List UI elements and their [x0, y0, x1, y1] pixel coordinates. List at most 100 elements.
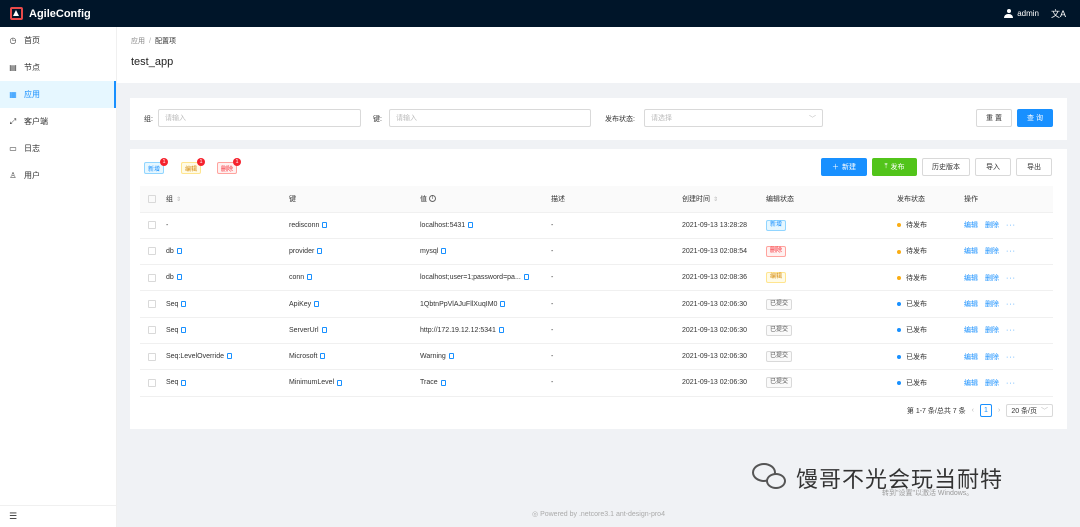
user-menu[interactable]: admin [1004, 9, 1039, 18]
history-button[interactable]: 历史版本 [922, 158, 970, 176]
row-checkbox[interactable] [148, 273, 156, 282]
more-icon[interactable]: ··· [1006, 380, 1016, 387]
key-filter-input[interactable]: 请输入 [389, 109, 591, 127]
cell-description: - [551, 343, 682, 371]
logo[interactable]: AgileConfig [10, 7, 91, 20]
node-icon: ▤ [9, 63, 17, 72]
copy-icon[interactable] [320, 353, 326, 360]
publish-status-text: 已发布 [906, 353, 927, 361]
more-icon[interactable]: ··· [1006, 275, 1016, 282]
copy-icon[interactable] [523, 274, 529, 281]
more-icon[interactable]: ··· [1006, 222, 1016, 229]
more-icon[interactable]: ··· [1006, 301, 1016, 308]
copy-icon[interactable] [181, 300, 187, 307]
cell-created: 2021-09-13 13:28:28 [682, 212, 766, 239]
delete-link[interactable]: 删除 [985, 222, 999, 229]
translate-icon[interactable]: 文A [1051, 7, 1066, 20]
info-circle-icon[interactable]: i [429, 195, 436, 203]
edit-link[interactable]: 编辑 [964, 301, 978, 308]
more-icon[interactable]: ··· [1006, 327, 1016, 334]
export-button[interactable]: 导出 [1016, 158, 1052, 176]
page-item-current[interactable]: 1 [979, 404, 992, 417]
sidebar-item-2[interactable]: ▦ 应用 [0, 81, 116, 108]
cell-group: Seq [158, 369, 289, 397]
row-checkbox[interactable] [148, 352, 156, 361]
row-checkbox[interactable] [148, 247, 156, 256]
copy-icon[interactable] [181, 326, 187, 333]
col-created[interactable]: 创建时间 ⇕ [682, 186, 766, 213]
copy-icon[interactable] [176, 274, 182, 281]
copy-icon[interactable] [448, 353, 454, 360]
cell-group: db [158, 264, 289, 292]
value-text: localhost:5431 [420, 221, 466, 229]
edit-link[interactable]: 编辑 [964, 327, 978, 334]
copy-icon[interactable] [321, 326, 327, 333]
delete-link[interactable]: 删除 [985, 275, 999, 282]
row-checkbox[interactable] [148, 221, 156, 230]
delete-link[interactable]: 删除 [985, 248, 999, 255]
collapse-menu-icon[interactable]: ☰ [0, 505, 117, 527]
import-button[interactable]: 导入 [975, 158, 1011, 176]
col-group[interactable]: 组 ⇕ [158, 186, 289, 213]
status-filter-select[interactable]: 请选择 ﹀ [644, 109, 823, 127]
key-text: redisconn [289, 221, 320, 229]
cell-publish-status: 待发布 [897, 238, 964, 266]
prev-page-icon[interactable]: ‹ [972, 407, 974, 414]
cell-description: - [551, 290, 682, 318]
publish-status-text: 待发布 [906, 274, 927, 282]
next-page-icon[interactable]: › [998, 407, 1000, 414]
copy-icon[interactable] [468, 221, 474, 228]
copy-icon[interactable] [498, 326, 504, 333]
copy-icon[interactable] [500, 300, 506, 307]
copy-icon[interactable] [441, 248, 447, 255]
copy-icon[interactable] [322, 221, 328, 228]
select-all-checkbox[interactable] [148, 194, 156, 203]
delete-count-badge[interactable]: 删除 1 [217, 158, 242, 174]
more-icon[interactable]: ··· [1006, 354, 1016, 361]
more-icon[interactable]: ··· [1006, 248, 1016, 255]
sidebar-item-1[interactable]: ▤ 节点 [0, 54, 116, 81]
reset-button[interactable]: 重 置 [976, 109, 1012, 127]
cell-edit-status: 已提交 [766, 290, 897, 318]
user-icon: ♙ [9, 171, 17, 180]
edit-link[interactable]: 编辑 [964, 222, 978, 229]
status-dot [897, 275, 901, 280]
cell-value: mysql [420, 238, 551, 266]
copy-icon[interactable] [337, 379, 343, 386]
row-checkbox[interactable] [148, 378, 156, 387]
delete-link[interactable]: 删除 [985, 301, 999, 308]
row-checkbox[interactable] [148, 326, 156, 335]
copy-icon[interactable] [317, 248, 323, 255]
edit-count-badge[interactable]: 编辑 1 [181, 158, 206, 174]
edit-link[interactable]: 编辑 [964, 380, 978, 387]
delete-link[interactable]: 删除 [985, 354, 999, 361]
client-icon: ⤢ [9, 116, 17, 126]
copy-icon[interactable] [440, 379, 446, 386]
copy-icon[interactable] [314, 300, 320, 307]
group-filter-input[interactable]: 请输入 [158, 109, 361, 127]
edit-link[interactable]: 编辑 [964, 275, 978, 282]
sort-icon: ⇕ [713, 196, 719, 203]
new-config-button[interactable]: ＋新建 [821, 158, 867, 176]
sidebar-item-5[interactable]: ♙ 用户 [0, 162, 116, 189]
new-count-badge[interactable]: 新增 1 [144, 158, 169, 174]
copy-icon[interactable] [176, 248, 182, 255]
github-icon[interactable]: ◎ [532, 511, 538, 518]
sidebar-item-0[interactable]: ◷ 首页 [0, 27, 116, 54]
delete-link[interactable]: 删除 [985, 327, 999, 334]
edit-link[interactable]: 编辑 [964, 248, 978, 255]
sidebar-item-3[interactable]: ⤢ 客户端 [0, 108, 116, 135]
publish-button[interactable]: ⤒ 发布 [872, 158, 917, 176]
breadcrumb-parent[interactable]: 应用 [131, 38, 145, 45]
breadcrumb-current: 配置项 [154, 38, 176, 45]
edit-link[interactable]: 编辑 [964, 354, 978, 361]
page-size-select[interactable]: 20 条/页 ﹀ [1006, 404, 1053, 417]
copy-icon[interactable] [181, 379, 187, 386]
sidebar-item-4[interactable]: ▭ 日志 [0, 135, 116, 162]
delete-link[interactable]: 删除 [985, 380, 999, 387]
row-checkbox[interactable] [148, 300, 156, 309]
cell-operations: 编辑 删除 ··· [964, 212, 1053, 239]
query-button[interactable]: 查 询 [1017, 109, 1053, 127]
copy-icon[interactable] [307, 274, 313, 281]
copy-icon[interactable] [226, 353, 232, 360]
